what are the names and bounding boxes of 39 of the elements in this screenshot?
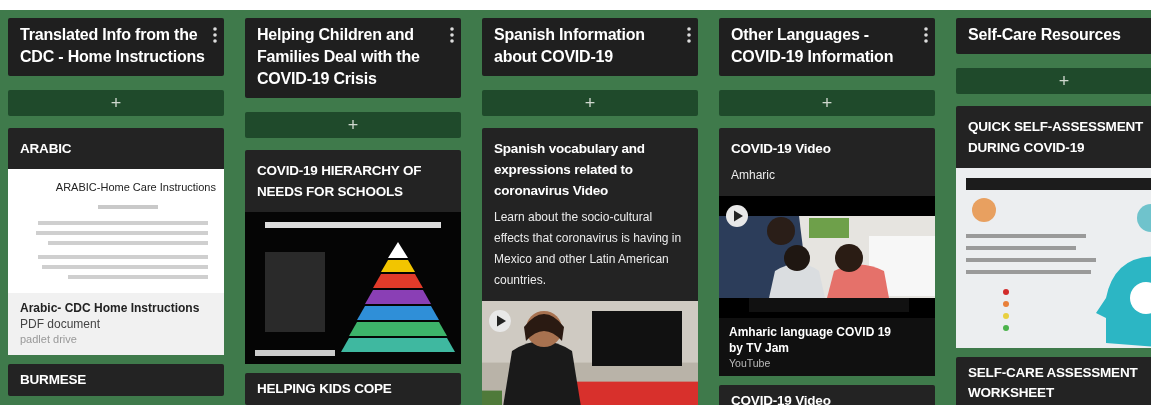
column-title: Spanish Information about COVID-19: [494, 25, 646, 67]
add-post-button[interactable]: +: [719, 90, 935, 116]
post-title[interactable]: COVID-19 Video: [719, 385, 935, 405]
post-card[interactable]: Spanish vocabulary and expressions related to coronavirus Video Learn about the socio-cultural effects that coronavirus is having in Mexico and other Latin American countries.: [482, 128, 698, 405]
attachment-source: padlet drive: [20, 333, 78, 345]
add-post-button[interactable]: +: [245, 112, 461, 138]
attachment-type: PDF document: [20, 317, 102, 331]
post-title[interactable]: HELPING KIDS COPE: [245, 373, 461, 405]
post-title: QUICK SELF-ASSESSMENT DURING COVID-19: [967, 118, 1145, 157]
add-post-button[interactable]: +: [956, 68, 1151, 94]
video-title[interactable]: Amharic language COVID 19: [729, 324, 925, 340]
document-title: ARABIC-Home Care Instructions: [54, 180, 217, 195]
post-card[interactable]: QUICK SELF-ASSESSMENT DURING COVID-19: [956, 106, 1151, 348]
post-title: COVID-19 HIERARCHY OF NEEDS FOR SCHOOLS: [256, 162, 423, 201]
add-post-button[interactable]: +: [482, 90, 698, 116]
post-card[interactable]: COVID-19 HIERARCHY OF NEEDS FOR SCHOOLS: [245, 150, 461, 364]
column-title: Translated Info from the CDC - Home Instructions: [20, 25, 206, 67]
post-title: COVID-19 Video: [730, 140, 832, 158]
column-title: Self-Care Resources: [968, 25, 1122, 45]
post-card[interactable]: COVID-19 Video Amharic Amharic language COVID 19 by TV Jam YouTube: [719, 128, 935, 376]
video-author: by TV Jam: [729, 340, 791, 356]
attachment-title[interactable]: Arabic- CDC Home Instructions: [20, 301, 212, 315]
post-text: Learn about the socio-cultural effects that coronavirus is having in Mexico and other Latin American countries.: [493, 209, 683, 289]
post-title: Spanish vocabulary and expressions related to coronavirus Video: [493, 140, 646, 200]
more-options-icon[interactable]: [923, 26, 929, 44]
more-options-icon[interactable]: [449, 26, 455, 44]
column-title: Helping Children and Families Deal with the COVID-19 Crisis: [257, 25, 421, 89]
more-options-icon[interactable]: [686, 26, 692, 44]
post-title[interactable]: BURMESE: [8, 364, 224, 396]
play-icon[interactable]: [725, 204, 749, 228]
post-card[interactable]: ARABIC ARABIC-Home Care Instructions Arabic- CDC Home Instructions PDF document padlet drive: [8, 128, 224, 355]
post-title[interactable]: SELF-CARE ASSESSMENT WORKSHEET: [956, 357, 1151, 405]
more-options-icon[interactable]: [212, 26, 218, 44]
play-icon[interactable]: [488, 309, 512, 333]
column-title: Other Languages - COVID-19 Information: [731, 25, 895, 67]
video-source: YouTube: [729, 356, 772, 370]
add-post-button[interactable]: +: [8, 90, 224, 116]
post-title: ARABIC: [19, 140, 73, 158]
post-text: Amharic: [730, 167, 776, 184]
